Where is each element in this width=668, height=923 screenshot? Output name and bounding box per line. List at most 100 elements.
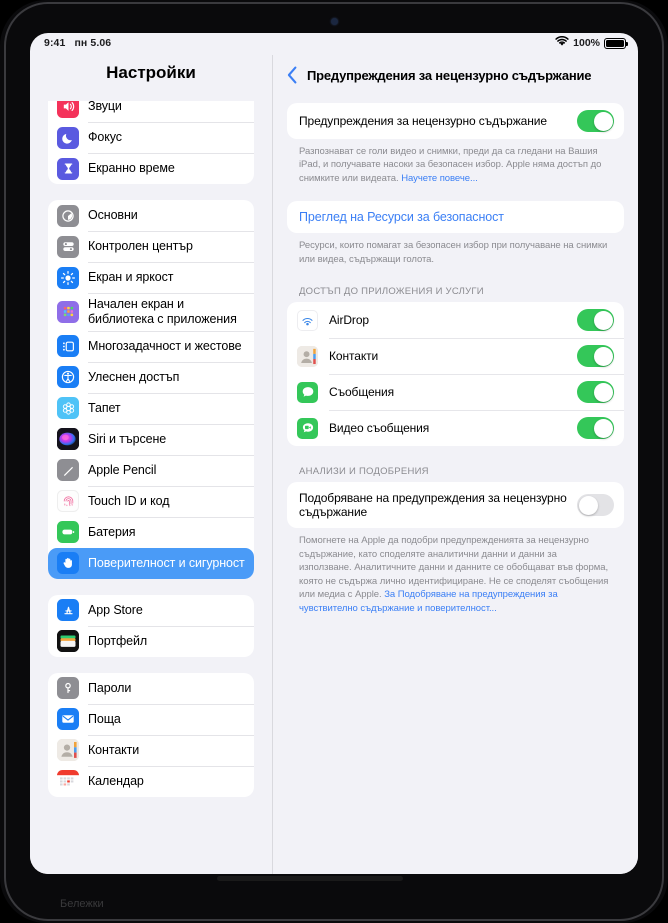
accessibility-icon — [57, 366, 79, 388]
sensitive-content-footnote: Разпознават се голи видео и снимки, пред… — [287, 139, 624, 185]
safety-resources-row[interactable]: Преглед на Ресурси за безопасност — [287, 201, 624, 233]
status-indicators: 100% — [555, 36, 628, 50]
contacts-icon — [297, 345, 318, 367]
wifi-icon — [555, 36, 569, 50]
wallpaper-flower-icon — [57, 397, 79, 419]
gear-icon — [57, 204, 79, 227]
facetime-video-icon — [297, 417, 318, 439]
toggle-knob — [593, 310, 613, 330]
analytics-improve-toggle[interactable] — [577, 494, 614, 517]
sidebar-item-general[interactable]: Основни — [48, 200, 254, 231]
front-camera-icon — [331, 18, 338, 25]
sidebar-item-apple-pencil[interactable]: Apple Pencil — [48, 454, 254, 486]
sidebar-item-passwords[interactable]: Пароли — [48, 673, 254, 704]
key-icon — [57, 677, 79, 699]
home-indicator[interactable] — [217, 876, 403, 881]
moon-icon — [57, 126, 79, 149]
sidebar-item-home-screen[interactable]: Начален екран и библиотека с приложения — [48, 293, 254, 331]
toggle-knob — [593, 418, 613, 438]
sidebar-item-app-store[interactable]: App Store — [48, 595, 254, 626]
multitasking-icon — [57, 335, 79, 357]
sensitive-content-warning-label: Предупреждения за нецензурно съдържание — [299, 113, 547, 128]
sensitive-content-warning-toggle[interactable] — [577, 110, 614, 132]
app-label: Видео съобщения — [329, 421, 430, 436]
sidebar-item-calendar[interactable]: Календар — [48, 765, 254, 797]
sidebar-scroll-area[interactable]: Звуци Фокус Екранно време Основни Контро… — [30, 101, 272, 874]
learn-more-link[interactable]: Научете повече... — [401, 173, 478, 184]
sidebar-item-privacy-security[interactable]: Поверителност и сигурност — [48, 547, 254, 579]
sidebar-item-label: Touch ID и код — [88, 493, 170, 508]
sidebar-group-1: Звуци Фокус Екранно време — [48, 101, 254, 184]
sensitive-content-warning-row[interactable]: Предупреждения за нецензурно съдържание — [287, 103, 624, 139]
sidebar-item-label: Екранно време — [88, 161, 175, 176]
analytics-card: Подобряване на предупреждения за нецензу… — [287, 482, 624, 529]
messages-icon — [297, 381, 318, 403]
analytics-section-header: АНАЛИЗИ И ПОДОБРЕНИЯ — [299, 466, 429, 478]
sidebar-item-battery[interactable]: Батерия — [48, 516, 254, 548]
siri-icon — [57, 428, 79, 450]
sidebar-group-3: App Store Портфейл — [48, 594, 254, 657]
app-toggle-messages[interactable] — [577, 381, 614, 404]
ipad-device-frame: 9:41 пн 5.06 100% Настройки Звуци Фокус … — [0, 0, 668, 923]
analytics-footnote: Помогнете на Apple да подобри предупрежд… — [287, 528, 624, 615]
sidebar-item-screen-time[interactable]: Екранно време — [48, 153, 254, 184]
battery-icon — [57, 521, 79, 543]
sidebar-item-label: Батерия — [88, 524, 136, 539]
sidebar-item-label: Портфейл — [88, 633, 148, 648]
sidebar-item-label: Календар — [88, 773, 144, 788]
battery-icon — [604, 37, 628, 49]
app-label: Съобщения — [329, 385, 395, 400]
sidebar-item-label: Улеснен достъп — [88, 369, 180, 384]
app-toggle-video-messages[interactable] — [577, 417, 614, 440]
chevron-left-icon[interactable] — [283, 64, 301, 86]
detail-content[interactable]: Предупреждения за нецензурно съдържание … — [273, 95, 638, 874]
sidebar-item-label: App Store — [88, 602, 143, 617]
sidebar-item-control-center[interactable]: Контролен център — [48, 231, 254, 262]
app-row-messages[interactable]: Съобщения — [287, 374, 624, 410]
sidebar-item-accessibility[interactable]: Улеснен достъп — [48, 361, 254, 393]
sidebar-item-mail[interactable]: Поща — [48, 703, 254, 735]
sidebar-item-label: Пароли — [88, 680, 132, 695]
sidebar-item-multitasking[interactable]: Многозадачност и жестове — [48, 330, 254, 362]
calendar-icon — [57, 770, 79, 792]
sidebar-item-label: Apple Pencil — [88, 462, 157, 477]
toggle-knob — [578, 495, 598, 515]
app-toggle-contacts[interactable] — [577, 345, 614, 368]
partial-sidebar-item-notes: Бележки — [60, 898, 104, 910]
app-store-icon — [57, 599, 79, 621]
analytics-improve-label: Подобряване на предупреждения за нецензу… — [299, 491, 567, 520]
app-row-contacts[interactable]: Контакти — [287, 338, 624, 374]
sidebar-group-2: Основни Контролен център Екран и яркост … — [48, 200, 254, 579]
sidebar-item-wallpaper[interactable]: Тапет — [48, 392, 254, 424]
safety-resources-card: Преглед на Ресурси за безопасност — [287, 201, 624, 234]
sidebar-group-4: Пароли Поща Контакти Календар — [48, 672, 254, 797]
sidebar-item-focus[interactable]: Фокус — [48, 122, 254, 153]
detail-header: Предупреждения за нецензурно съдържание — [273, 55, 638, 95]
sidebar-item-siri-search[interactable]: Siri и търсене — [48, 423, 254, 455]
app-row-video-messages[interactable]: Видео съобщения — [287, 410, 624, 446]
ipad-screen: 9:41 пн 5.06 100% Настройки Звуци Фокус … — [30, 33, 638, 874]
detail-pane: Предупреждения за нецензурно съдържание … — [272, 55, 638, 874]
sidebar-item-display-brightness[interactable]: Екран и яркост — [48, 262, 254, 293]
safety-resources-footnote: Ресурси, които помагат за безопасен избо… — [299, 240, 608, 265]
sliders-icon — [57, 235, 79, 258]
sidebar-item-contacts[interactable]: Контакти — [48, 734, 254, 766]
app-row-airdrop[interactable]: AirDrop — [287, 302, 624, 338]
sidebar-item-label: Siri и търсене — [88, 431, 167, 446]
app-toggle-airdrop[interactable] — [577, 309, 614, 332]
safety-resources-link[interactable]: Преглед на Ресурси за безопасност — [299, 210, 504, 224]
speaker-waves-icon — [57, 101, 79, 118]
app-grid-icon — [57, 300, 79, 323]
apps-access-card: AirDrop Контакти Съобщения Видео съобщен… — [287, 302, 624, 447]
sidebar-item-touch-id[interactable]: Touch ID и код — [48, 485, 254, 517]
status-time: 9:41 пн 5.06 — [44, 37, 111, 49]
toggle-knob — [593, 111, 613, 131]
sidebar-item-label: Поща — [88, 711, 121, 726]
sidebar-title: Настройки — [106, 63, 196, 82]
status-bar: 9:41 пн 5.06 100% — [30, 33, 638, 55]
analytics-improve-row[interactable]: Подобряване на предупреждения за нецензу… — [287, 482, 624, 528]
sidebar-item-wallet[interactable]: Портфейл — [48, 625, 254, 657]
sidebar-item-label: Екран и яркост — [88, 270, 174, 285]
sidebar-item-sounds[interactable]: Звуци — [48, 101, 254, 122]
sidebar-item-label: Начален екран и библиотека с приложения — [88, 297, 237, 326]
